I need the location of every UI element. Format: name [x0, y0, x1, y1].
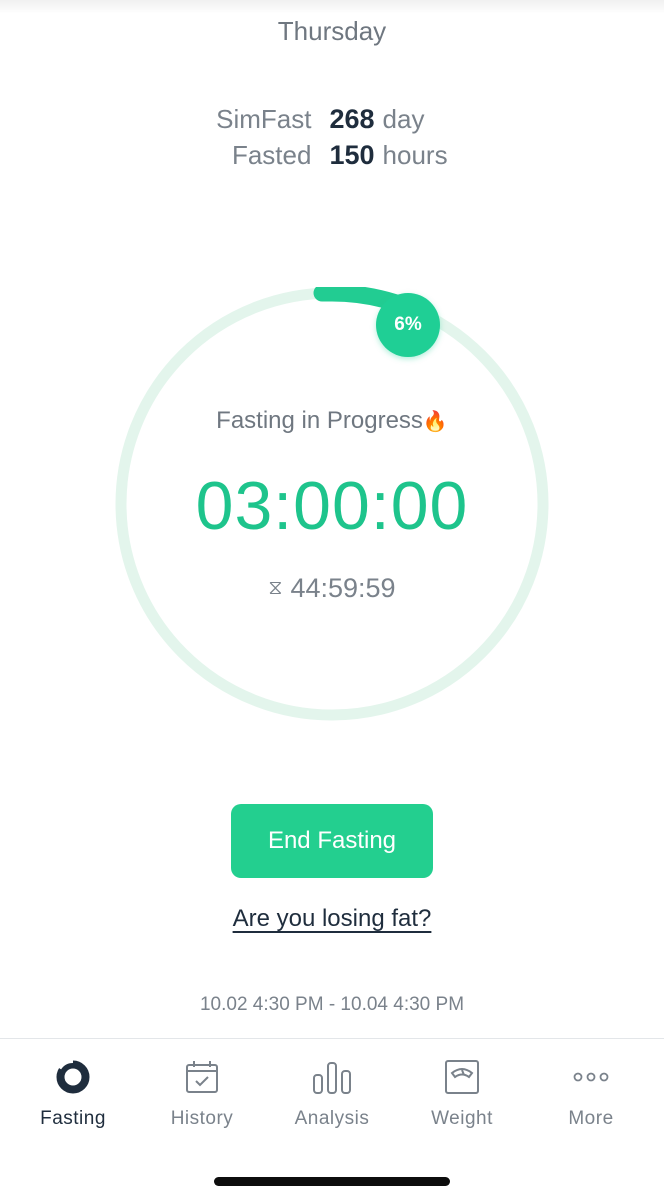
- progress-ring: 6% Fasting in Progress🔥 03:00:00 ⧖ 44:59…: [115, 287, 549, 721]
- tab-fasting[interactable]: Fasting: [8, 1057, 138, 1137]
- more-dots-icon: [571, 1057, 611, 1097]
- tab-more-label: More: [568, 1108, 614, 1129]
- remaining-value: 44:59:59: [290, 573, 396, 603]
- bar-chart-icon: [312, 1057, 352, 1097]
- stats-summary: SimFast 268 day Fasted 150 hours: [0, 104, 664, 170]
- fasted-stat: Fasted 150 hours: [201, 140, 462, 170]
- bottom-tab-bar: Fasting History Analysis Weight More: [0, 1038, 664, 1200]
- progress-percent-badge: 6%: [376, 293, 440, 357]
- tab-more[interactable]: More: [526, 1057, 656, 1137]
- tab-analysis[interactable]: Analysis: [267, 1057, 397, 1137]
- tab-history-label: History: [170, 1108, 234, 1129]
- fasted-unit: hours: [382, 140, 448, 170]
- fasted-label: Fasted: [231, 140, 312, 170]
- home-indicator: [214, 1177, 450, 1186]
- fasting-status-label: Fasting in Progress: [216, 407, 423, 434]
- tab-fasting-label: Fasting: [40, 1108, 106, 1129]
- losing-fat-link-row: Are you losing fat?: [0, 905, 664, 933]
- end-fasting-button[interactable]: End Fasting: [231, 804, 433, 878]
- losing-fat-link[interactable]: Are you losing fat?: [233, 905, 432, 932]
- tab-analysis-label: Analysis: [294, 1108, 370, 1129]
- fasting-period: 10.02 4:30 PM - 10.04 4:30 PM: [199, 994, 465, 1015]
- calendar-check-icon: [182, 1057, 222, 1097]
- day-title: Thursday: [277, 16, 387, 46]
- flame-icon: 🔥: [422, 411, 448, 433]
- elapsed-timer: 03:00:00: [195, 468, 469, 544]
- fasted-value: 150: [329, 140, 375, 170]
- scale-icon: [442, 1057, 482, 1097]
- hourglass-icon: ⧖: [268, 577, 283, 599]
- fasting-status: Fasting in Progress🔥: [115, 407, 549, 435]
- streak-stat: SimFast 268 day: [201, 104, 462, 134]
- top-shadow: [0, 0, 664, 14]
- fasting-ring-icon: [53, 1057, 93, 1097]
- remaining-time: ⧖ 44:59:59: [115, 573, 549, 604]
- streak-label: SimFast: [216, 104, 312, 134]
- tab-history[interactable]: History: [137, 1057, 267, 1137]
- streak-unit: day: [382, 104, 425, 134]
- tab-weight[interactable]: Weight: [397, 1057, 527, 1137]
- streak-value: 268: [329, 104, 375, 134]
- tab-weight-label: Weight: [431, 1108, 493, 1129]
